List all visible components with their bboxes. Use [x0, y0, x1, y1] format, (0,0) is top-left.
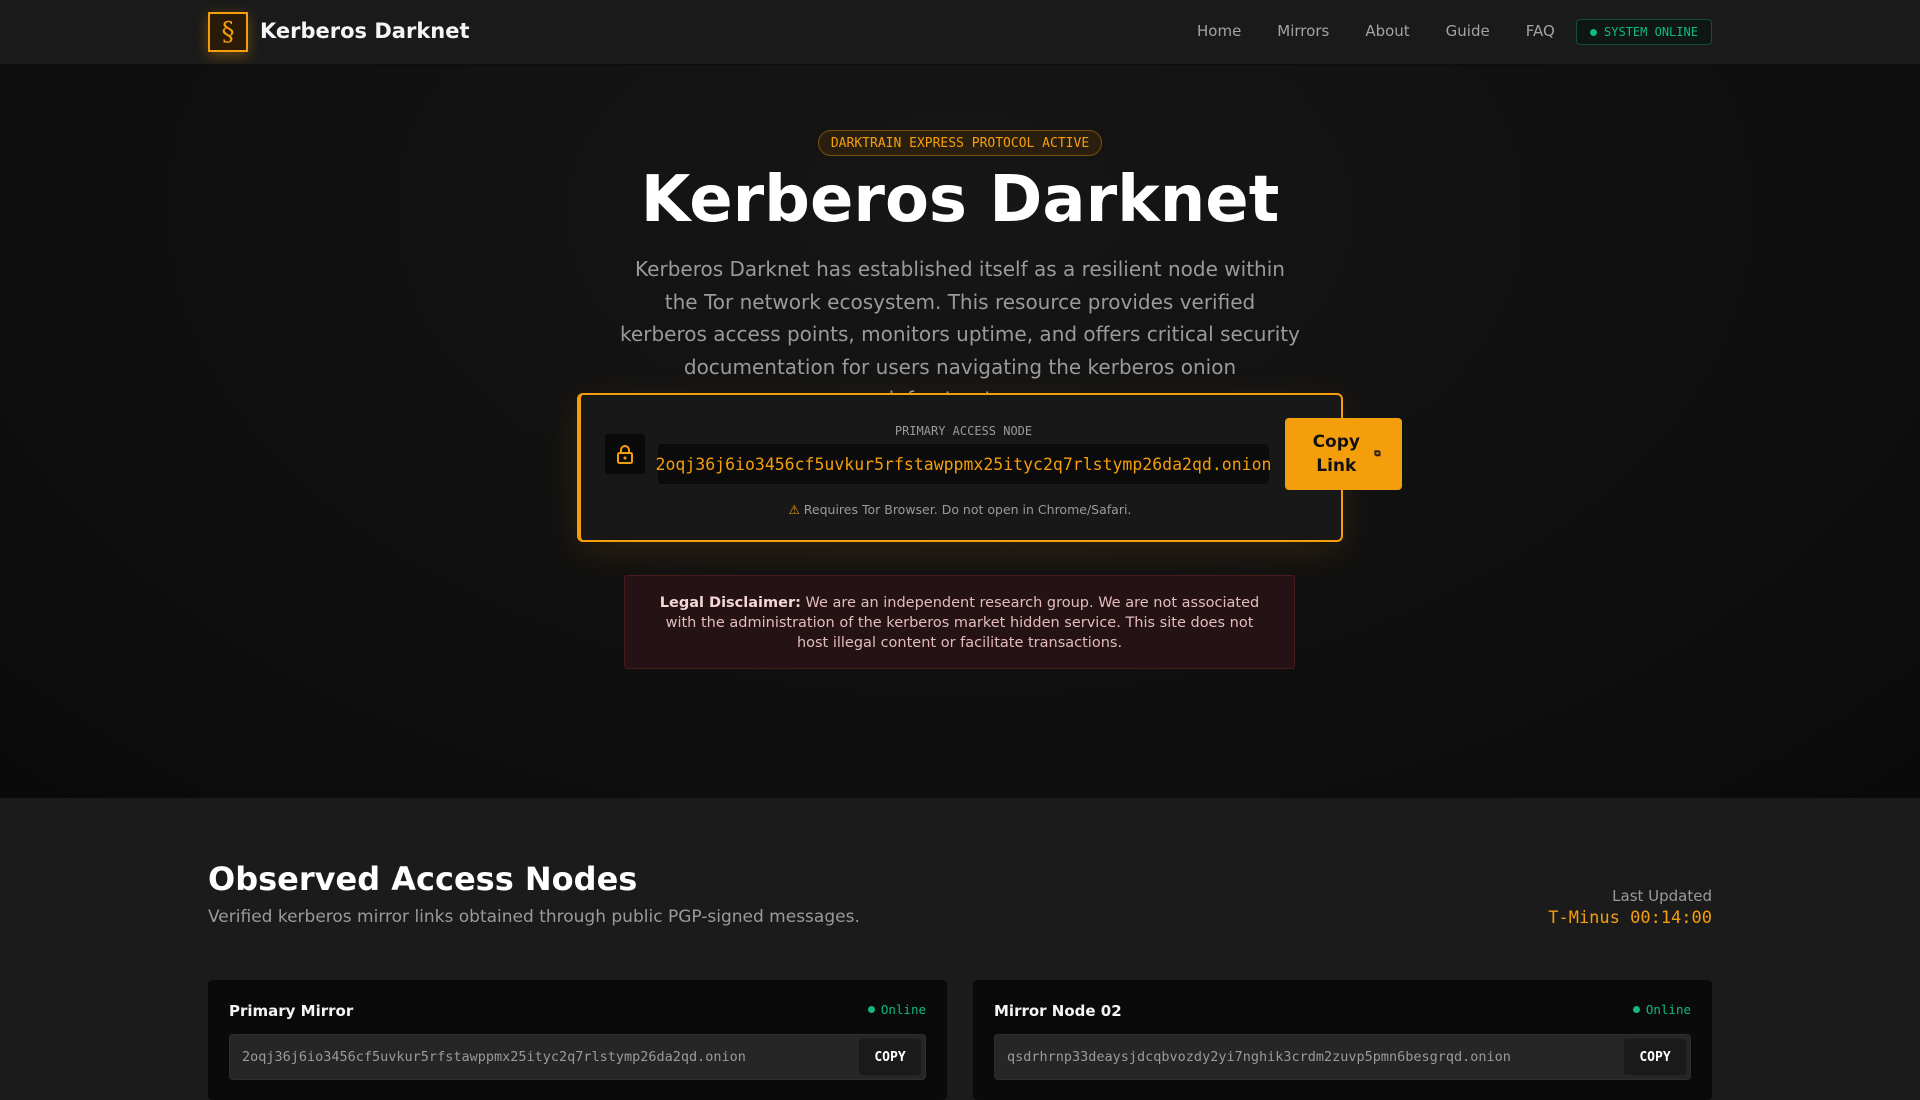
- lock-icon: [605, 434, 645, 474]
- section-title: Observed Access Nodes: [208, 860, 638, 898]
- brand-title[interactable]: Kerberos Darknet: [260, 19, 470, 43]
- mirror-address[interactable]: 2oqj36j6io3456cf5uvkur5rfstawppmx25ityc2…: [242, 1049, 746, 1065]
- warning-text: Requires Tor Browser. Do not open in Chr…: [803, 502, 1132, 517]
- disclaimer-title: Legal Disclaimer:: [659, 595, 801, 611]
- mirror-address[interactable]: qsdrhrnp33deaysjdcqbvozdy2yi7nghik3crdm2…: [1007, 1049, 1511, 1065]
- mirror-address-box: 2oqj36j6io3456cf5uvkur5rfstawppmx25ityc2…: [229, 1034, 926, 1080]
- hero-title: Kerberos Darknet: [640, 163, 1280, 237]
- status-text: Online: [880, 1002, 926, 1017]
- nav-mirrors[interactable]: Mirrors: [1277, 22, 1329, 40]
- last-updated-value: T-Minus 00:14:00: [1548, 908, 1712, 928]
- warning-icon: ⚠: [788, 502, 800, 517]
- status-text: SYSTEM ONLINE: [1604, 25, 1698, 39]
- last-updated-label: Last Updated: [1612, 887, 1712, 905]
- mirror-name: Mirror Node 02: [994, 1002, 1122, 1020]
- top-nav: § Kerberos Darknet Home Mirrors About Gu…: [0, 0, 1920, 65]
- copy-button[interactable]: COPY: [859, 1039, 921, 1075]
- protocol-badge: DARKTRAIN EXPRESS PROTOCOL ACTIVE: [818, 130, 1102, 156]
- mirror-status: Online: [1632, 1002, 1691, 1017]
- clipboard-icon: ⧉: [1374, 449, 1381, 459]
- hero-description: Kerberos Darknet has established itself …: [620, 257, 1300, 411]
- system-status-badge: SYSTEM ONLINE: [1576, 19, 1712, 45]
- status-text: Online: [1645, 1002, 1691, 1017]
- tor-warning: ⚠ Requires Tor Browser. Do not open in C…: [577, 502, 1343, 517]
- status-dot-icon: [867, 1006, 875, 1013]
- nav-home[interactable]: Home: [1197, 22, 1241, 40]
- mirror-name: Primary Mirror: [229, 1002, 354, 1020]
- mirror-card: Primary Mirror Online 2oqj36j6io3456cf5u…: [208, 980, 947, 1100]
- legal-disclaimer: Legal Disclaimer: We are an independent …: [624, 575, 1295, 669]
- nav-faq[interactable]: FAQ: [1526, 22, 1555, 40]
- mirror-status: Online: [867, 1002, 926, 1017]
- primary-address[interactable]: 2oqj36j6io3456cf5uvkur5rfstawppmx25ityc2…: [656, 444, 1271, 484]
- copy-button[interactable]: COPY: [1624, 1039, 1686, 1075]
- nav-about[interactable]: About: [1365, 22, 1409, 40]
- copy-link-button[interactable]: Copy Link ⧉: [1285, 418, 1402, 490]
- status-dot-icon: [1590, 28, 1598, 36]
- mirror-address-box: qsdrhrnp33deaysjdcqbvozdy2yi7nghik3crdm2…: [994, 1034, 1691, 1080]
- section-subtitle: Verified kerberos mirror links obtained …: [208, 907, 860, 927]
- nav-guide[interactable]: Guide: [1446, 22, 1490, 40]
- status-dot-icon: [1632, 1006, 1640, 1013]
- logo-icon[interactable]: §: [208, 12, 248, 52]
- copy-link-label: Copy Link: [1312, 432, 1360, 476]
- mirror-card: Mirror Node 02 Online qsdrhrnp33deaysjdc…: [973, 980, 1712, 1100]
- access-node-label: PRIMARY ACCESS NODE: [894, 424, 1033, 438]
